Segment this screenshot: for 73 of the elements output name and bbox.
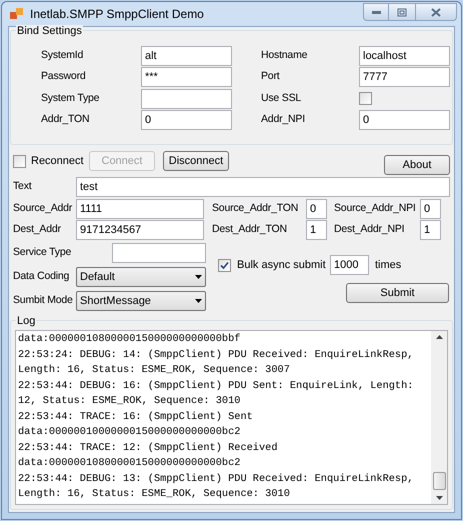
maximize-button[interactable]: [389, 3, 415, 21]
field-label: SystemId: [41, 48, 84, 63]
input-field[interactable]: 1: [420, 220, 441, 240]
group-title: Log: [16, 315, 36, 327]
input-field[interactable]: ***: [141, 67, 232, 88]
field-label: Addr_NPI: [261, 112, 306, 128]
input-field[interactable]: 1: [306, 220, 327, 240]
minimize-button[interactable]: [363, 3, 389, 21]
dropdown-arrow-icon: [195, 299, 202, 303]
field-label: Dest_Addr: [13, 222, 62, 238]
log-line: 22:53:44: TRACE: 12: (SmppClient) Received: [18, 440, 279, 456]
times-label: times: [375, 258, 402, 273]
input-field[interactable]: 0: [359, 110, 450, 130]
input-field[interactable]: 0: [420, 198, 441, 219]
log-line: Length: 16, Status: ESME_ROK, Sequence: 3010: [18, 487, 291, 502]
log-line: data:0000001000000015000000000000bc2: [18, 425, 242, 440]
input-field[interactable]: 7777: [359, 67, 450, 88]
input-field[interactable]: 1111: [76, 198, 204, 219]
checkbox[interactable]: [13, 154, 26, 168]
button[interactable]: Disconnect: [163, 151, 229, 171]
checkmark-icon: [220, 260, 229, 270]
checkbox[interactable]: [218, 258, 231, 272]
field-label: Dest_Addr_NPI: [334, 222, 406, 238]
field-label: Password: [41, 69, 87, 84]
input-field[interactable]: alt: [141, 46, 232, 66]
log-line: 22:53:44: DEBUG: 13: (SmppClient) PDU Received: EnquireLinkResp,: [18, 472, 414, 486]
dropdown[interactable]: Default: [76, 267, 206, 287]
log-line: Length: 16, Status: ESME_ROK, Sequence: 3007: [18, 363, 291, 378]
field-label: Data Coding: [13, 269, 70, 284]
field-label: Use SSL: [261, 90, 302, 106]
field-label: Source_Addr_TON: [212, 200, 300, 216]
log-line: 22:53:44: TRACE: 16: (SmppClient) Sent: [18, 410, 254, 424]
window-title: Inetlab.SMPP SmppClient Demo: [30, 6, 204, 23]
input-field[interactable]: 9171234567: [76, 220, 204, 240]
input-field[interactable]: 0: [141, 110, 232, 130]
scroll-thumb[interactable]: [432, 472, 446, 490]
input-field[interactable]: 0: [306, 198, 327, 219]
button[interactable]: About: [384, 154, 450, 175]
input-field[interactable]: test: [76, 177, 450, 197]
app-icon: [10, 7, 24, 21]
field-label: Sumbit Mode: [13, 293, 74, 308]
log-line: 22:53:44: DEBUG: 16: (SmppClient) PDU Sent: EnquireLink, Length:: [18, 378, 414, 394]
field-label: Source_Addr: [13, 200, 74, 216]
input-field[interactable]: localhost: [359, 46, 450, 66]
field-label: Hostname: [261, 48, 308, 63]
restore-icon: [397, 8, 407, 16]
group-title: Bind Settings: [16, 25, 83, 37]
log-line: 22:53:24: DEBUG: 14: (SmppClient) PDU Received: EnquireLinkResp,: [18, 348, 414, 362]
input-field[interactable]: [141, 88, 232, 109]
field-label: Port: [261, 69, 281, 84]
minimize-icon: [372, 10, 380, 14]
close-button[interactable]: [415, 3, 457, 21]
log-line: data:0000001080000015000000000000bbf: [18, 332, 242, 347]
field-label: System Type: [41, 90, 100, 106]
scroll-up-icon: [436, 335, 442, 339]
input-field[interactable]: 1000: [330, 255, 369, 275]
dropdown[interactable]: ShortMessage: [76, 291, 206, 311]
field-label: Dest_Addr_TON: [212, 222, 288, 238]
input-field[interactable]: [112, 243, 206, 263]
field-label: Source_Addr_NPI: [334, 200, 417, 216]
dropdown-arrow-icon: [195, 275, 202, 279]
checkbox[interactable]: [359, 92, 372, 106]
checkbox-label: Bulk async submit: [237, 258, 327, 273]
log-line: data:0000001080000015000000000000bc2: [18, 456, 242, 471]
scrollbar[interactable]: [431, 331, 447, 504]
scroll-down-icon: [436, 496, 442, 500]
log-line: 12, Status: ESME_ROK, Sequence: 3010: [18, 394, 242, 409]
field-label: Service Type: [13, 245, 72, 260]
field-label: Text: [13, 179, 33, 194]
button[interactable]: Submit: [346, 283, 449, 303]
close-icon: [431, 8, 441, 16]
field-label: Addr_TON: [41, 112, 90, 128]
checkbox-label: Reconnect: [31, 154, 85, 169]
